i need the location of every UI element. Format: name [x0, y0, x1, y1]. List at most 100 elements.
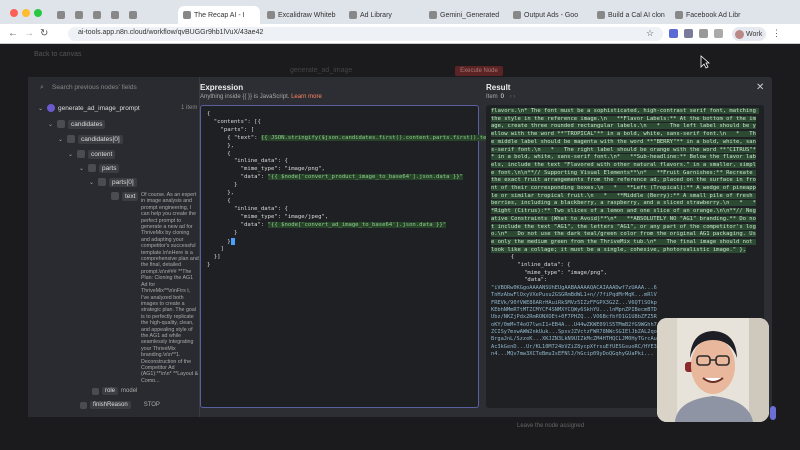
- tree-item-candidates-0[interactable]: ⌄ candidates[0]: [58, 133, 123, 145]
- object-icon: [98, 178, 106, 186]
- browser-tab[interactable]: Facebook Ad Libr: [670, 6, 756, 24]
- chevron-down-icon: ⌄: [48, 121, 54, 128]
- browser-tab[interactable]: [88, 6, 104, 24]
- browser-tab[interactable]: Excalidraw Whiteb: [262, 6, 342, 24]
- tab-favicon-icon: [57, 11, 65, 19]
- code-text: {: [207, 111, 211, 117]
- finish-reason-field[interactable]: finishReason STOP: [80, 401, 160, 409]
- browser-menu-icon[interactable]: ⋮: [772, 28, 781, 39]
- code-text: "data":: [207, 174, 268, 181]
- code-line: "inline_data": {: [207, 158, 472, 166]
- result-json-line: {: [491, 254, 515, 261]
- code-line: {: [207, 151, 472, 159]
- result-json-line: "inline_data": {: [491, 262, 571, 269]
- expression-hint: Anything inside {{ }} is JavaScript. Lea…: [200, 94, 322, 100]
- back-arrow-icon[interactable]: ←: [8, 28, 18, 39]
- window-minimize-button[interactable]: [22, 9, 30, 17]
- expression-highlight: {{ JSON.stringify($json.candidates.first…: [260, 134, 507, 141]
- tab-label: Facebook Ad Libr: [686, 11, 741, 19]
- chevron-right-icon[interactable]: ›: [513, 94, 515, 100]
- url-field[interactable]: ai-tools.app.n8n.cloud/workflow/qvBUGGr9…: [68, 27, 663, 41]
- tree-label: text: [122, 191, 139, 201]
- extension-icon[interactable]: [684, 29, 693, 38]
- avatar: [735, 29, 744, 39]
- text-type-icon: [92, 387, 99, 395]
- code-text: "parts": [: [207, 126, 255, 133]
- browser-tab[interactable]: Gemini_Generated: [424, 6, 506, 24]
- tab-label: Build a Cal AI clon: [608, 11, 665, 19]
- reload-icon[interactable]: ↻: [40, 28, 48, 39]
- tree-item-parts[interactable]: ⌄ parts: [79, 162, 120, 174]
- code-line: "mime_type": "image/png",: [207, 166, 472, 174]
- webcam-overlay: [657, 318, 769, 422]
- tree-label: parts[0]: [109, 177, 137, 187]
- text-field-value: Of course. As an expert in image analysi…: [141, 192, 199, 382]
- browser-tab[interactable]: [70, 6, 86, 24]
- chevron-down-icon: ⌄: [79, 165, 85, 172]
- item-index[interactable]: 0: [501, 94, 504, 100]
- expression-editor[interactable]: { "contents": [{ "parts": [ { "text": {{…: [200, 105, 517, 408]
- code-line: },: [207, 143, 472, 151]
- code-line: "mime_type": "image/jpeg",: [207, 214, 472, 222]
- tab-favicon-icon: [267, 11, 275, 19]
- hint-text: Anything inside: [200, 94, 241, 100]
- result-json-line: "mime_type": "image/png",: [491, 269, 607, 276]
- result-title: Result: [486, 83, 511, 92]
- tree-node-root[interactable]: ⌄ generate_ad_image_prompt: [38, 102, 140, 114]
- tree-item-text[interactable]: text: [111, 190, 139, 202]
- bookmark-star-icon[interactable]: ☆: [646, 28, 654, 39]
- role-field[interactable]: role model: [92, 387, 137, 395]
- window-zoom-button[interactable]: [34, 9, 42, 17]
- browser-tab[interactable]: [52, 6, 68, 24]
- node-name: generate_ad_image_prompt: [58, 104, 140, 112]
- code-line: { "text": {{ JSON.stringify($json.candid…: [207, 134, 517, 143]
- tab-label: Gemini_Generated: [440, 11, 500, 19]
- tab-favicon-icon: [513, 11, 521, 19]
- tree-item-candidates[interactable]: ⌄ candidates: [48, 118, 106, 130]
- bottom-hint: Leave the node assigned: [517, 423, 585, 429]
- sidepanel-icon[interactable]: [714, 29, 723, 38]
- back-to-canvas-link[interactable]: Back to canvas: [34, 51, 81, 58]
- tab-favicon-icon: [129, 11, 137, 19]
- puzzle-icon[interactable]: [699, 29, 708, 38]
- tree-label: candidates[0]: [78, 134, 123, 144]
- browser-tab[interactable]: The Recap AI - I: [178, 6, 260, 24]
- tab-label: Output Ads - Goo: [524, 11, 579, 19]
- fields-search-input[interactable]: ⌕ Search previous nodes' fields: [36, 82, 196, 94]
- chevron-down-icon: ⌄: [58, 136, 64, 143]
- profile-button[interactable]: Work: [732, 27, 766, 41]
- tab-favicon-icon: [597, 11, 605, 19]
- code-text: }: [207, 262, 211, 269]
- browser-tab[interactable]: [124, 6, 140, 24]
- tab-label: Excalidraw Whiteb: [278, 11, 336, 19]
- tree-item-parts-0[interactable]: ⌄ parts[0]: [89, 176, 137, 188]
- browser-tab[interactable]: [106, 6, 122, 24]
- code-line: }: [207, 262, 472, 270]
- result-json: { "inline_data": { "mime_type": "image/p…: [491, 254, 759, 285]
- chevron-down-icon: ⌄: [89, 179, 95, 186]
- close-icon[interactable]: ✕: [756, 82, 764, 93]
- tab-label: The Recap AI - I: [194, 11, 245, 19]
- chevron-left-icon[interactable]: ‹: [510, 94, 512, 100]
- extension-icon[interactable]: [669, 29, 678, 38]
- browser-tab[interactable]: Output Ads - Goo: [508, 6, 590, 24]
- tree-label: content: [88, 149, 116, 159]
- browser-tab[interactable]: Build a Cal AI clon: [592, 6, 668, 24]
- browser-tab[interactable]: Ad Library: [344, 6, 422, 24]
- code-line: "data": "{{ $node['convert_product_image…: [207, 174, 472, 182]
- window-close-button[interactable]: [10, 9, 18, 17]
- tab-label: Ad Library: [360, 11, 392, 19]
- tab-favicon-icon: [93, 11, 101, 19]
- tree-item-content[interactable]: ⌄ content: [68, 148, 116, 160]
- learn-more-link[interactable]: Learn more: [291, 94, 322, 100]
- tree-label: parts: [99, 163, 120, 173]
- expression-code[interactable]: { "contents": [{ "parts": [ { "text": {{…: [207, 111, 517, 270]
- scrollbar-handle[interactable]: [770, 406, 776, 420]
- code-text: "inline_data": {: [207, 158, 288, 165]
- result-json-line: "data":: [491, 277, 548, 284]
- result-item-selector[interactable]: Item 0 ‹ ›: [486, 94, 515, 100]
- forward-arrow-icon[interactable]: →: [24, 28, 34, 39]
- code-text: "mime_type": "image/png",: [207, 166, 325, 173]
- chevron-down-icon: ⌄: [38, 105, 44, 112]
- expression-highlight: "{{ $node['convert_ad_image_to_base64'].…: [267, 221, 447, 228]
